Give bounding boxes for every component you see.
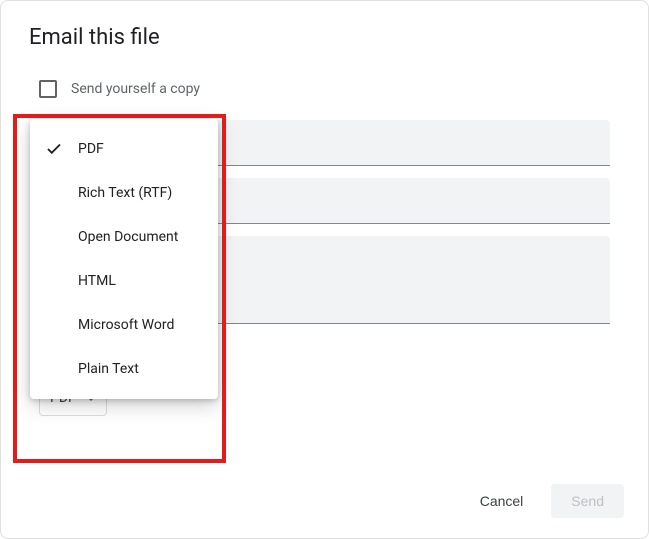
format-menu-item[interactable]: HTML: [30, 259, 218, 303]
format-menu-item[interactable]: Plain Text: [30, 347, 218, 391]
send-button[interactable]: Send: [551, 484, 624, 518]
format-menu-item-label: PDF: [78, 141, 218, 157]
format-menu: PDF Rich Text (RTF) Open Document HTML Micro…: [30, 119, 218, 399]
send-copy-checkbox[interactable]: [39, 80, 57, 98]
format-menu-item-label: Rich Text (RTF): [78, 185, 218, 201]
dialog-actions: Cancel Send: [460, 484, 624, 518]
cancel-button[interactable]: Cancel: [460, 484, 544, 518]
format-menu-item-label: Microsoft Word: [78, 317, 218, 333]
check-icon: [30, 140, 78, 158]
format-menu-item[interactable]: Microsoft Word: [30, 303, 218, 347]
format-menu-item[interactable]: PDF: [30, 127, 218, 171]
format-menu-item-label: Open Document: [78, 229, 218, 245]
send-copy-row[interactable]: Send yourself a copy: [29, 62, 620, 108]
send-copy-label: Send yourself a copy: [71, 81, 200, 97]
format-menu-item-label: HTML: [78, 273, 218, 289]
format-menu-item[interactable]: Rich Text (RTF): [30, 171, 218, 215]
dialog-title: Email this file: [1, 1, 648, 62]
format-menu-item-label: Plain Text: [78, 361, 218, 377]
format-menu-item[interactable]: Open Document: [30, 215, 218, 259]
